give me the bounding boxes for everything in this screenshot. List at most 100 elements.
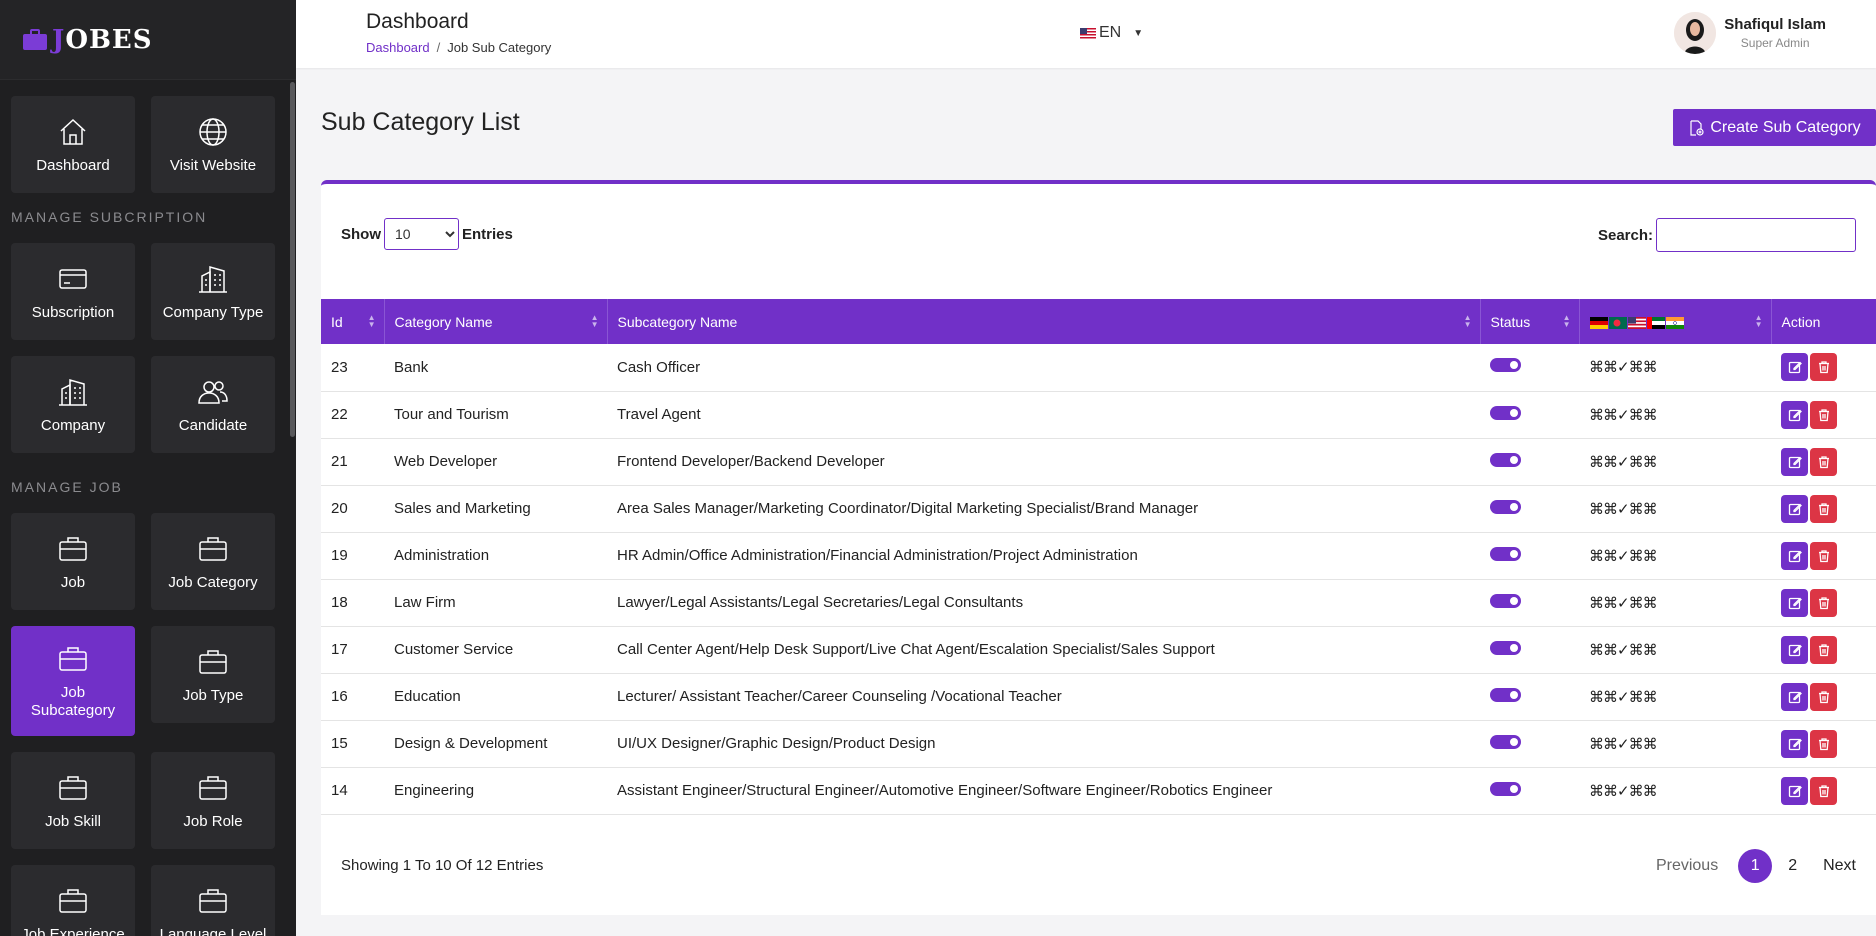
search-input[interactable] bbox=[1656, 218, 1856, 252]
status-toggle[interactable] bbox=[1490, 546, 1521, 561]
edit-button[interactable] bbox=[1781, 400, 1808, 429]
cell-id: 20 bbox=[331, 500, 348, 517]
sidebar-item-job-subcategory[interactable]: Job Subcategory bbox=[11, 626, 135, 736]
delete-button[interactable] bbox=[1810, 588, 1837, 617]
create-sub-category-button[interactable]: Create Sub Category bbox=[1673, 109, 1876, 146]
edit-button[interactable] bbox=[1781, 635, 1808, 664]
users-icon bbox=[198, 380, 228, 404]
status-toggle[interactable] bbox=[1490, 405, 1521, 420]
edit-button[interactable] bbox=[1781, 588, 1808, 617]
col-subcategory-name[interactable]: Subcategory Name ▲ ▼ bbox=[607, 299, 1481, 344]
status-toggle[interactable] bbox=[1490, 593, 1521, 608]
add-document-icon bbox=[1690, 119, 1704, 136]
cell-id: 23 bbox=[331, 358, 348, 376]
translate-status-icons[interactable]: ⌘⌘✓⌘⌘ bbox=[1589, 501, 1658, 518]
trash-icon bbox=[1818, 455, 1829, 468]
user-menu[interactable]: Shafiqul Islam Super Admin bbox=[1674, 12, 1826, 54]
building-icon bbox=[59, 378, 87, 406]
edit-button[interactable] bbox=[1781, 729, 1808, 758]
pagination-next[interactable]: Next bbox=[1823, 857, 1856, 875]
table-row: 20 Sales and Marketing Area Sales Manager/… bbox=[321, 485, 1876, 532]
col-category-name[interactable]: Category Name ▲ ▼ bbox=[384, 299, 608, 344]
scrollbar-thumb[interactable] bbox=[290, 82, 295, 437]
brand-name: JOBES bbox=[52, 24, 153, 55]
translate-status-icons[interactable]: ⌘⌘✓⌘⌘ bbox=[1589, 642, 1658, 659]
user-name: Shafiqul Islam bbox=[1724, 16, 1826, 33]
brand-logo[interactable]: JOBES bbox=[0, 0, 296, 80]
sidebar-item-dashboard[interactable]: Dashboard bbox=[11, 96, 135, 193]
breadcrumb-link-dashboard[interactable]: Dashboard bbox=[366, 40, 430, 55]
sidebar-item-company[interactable]: Company bbox=[11, 356, 135, 453]
table-row: 14 Engineering Assistant Engineer/Structur… bbox=[321, 767, 1876, 814]
pagination-previous[interactable]: Previous bbox=[1656, 857, 1718, 875]
col-status[interactable]: Status ▲ ▼ bbox=[1480, 299, 1580, 344]
page-size-select[interactable]: 10 bbox=[384, 218, 459, 250]
globe-icon bbox=[199, 117, 227, 146]
pagination-page-2[interactable]: 2 bbox=[1788, 857, 1797, 875]
sidebar-scrollbar[interactable] bbox=[288, 80, 296, 936]
translate-status-icons[interactable]: ⌘⌘✓⌘⌘ bbox=[1589, 783, 1658, 800]
language-label: EN bbox=[1099, 24, 1122, 41]
sidebar-item-job-skill[interactable]: Job Skill bbox=[11, 752, 135, 849]
briefcase-icon bbox=[199, 888, 227, 913]
status-toggle[interactable] bbox=[1490, 734, 1521, 749]
cell-category-name: Engineering bbox=[394, 782, 475, 799]
edit-button[interactable] bbox=[1781, 353, 1808, 382]
translate-status-icons[interactable]: ⌘⌘✓⌘⌘ bbox=[1589, 359, 1658, 376]
cell-subcategory-name: Assistant Engineer/Structural Engineer/A… bbox=[617, 782, 1273, 799]
status-toggle[interactable] bbox=[1490, 781, 1521, 796]
status-toggle[interactable] bbox=[1490, 499, 1521, 514]
edit-button[interactable] bbox=[1781, 776, 1808, 805]
edit-button[interactable] bbox=[1781, 447, 1808, 476]
sidebar-item-job-experience[interactable]: Job Experience bbox=[11, 865, 135, 936]
status-toggle[interactable] bbox=[1490, 452, 1521, 467]
delete-button[interactable] bbox=[1810, 353, 1837, 382]
translate-status-icons[interactable]: ⌘⌘✓⌘⌘ bbox=[1589, 548, 1658, 565]
translate-status-icons[interactable]: ⌘⌘✓⌘⌘ bbox=[1589, 689, 1658, 706]
delete-button[interactable] bbox=[1810, 776, 1837, 805]
translate-status-icons[interactable]: ⌘⌘✓⌘⌘ bbox=[1589, 595, 1658, 612]
table-row: 23 Bank Cash Officer ⌘⌘✓⌘⌘ bbox=[321, 344, 1876, 391]
sidebar-item-visit-website[interactable]: Visit Website bbox=[151, 96, 275, 193]
edit-button[interactable] bbox=[1781, 682, 1808, 711]
delete-button[interactable] bbox=[1810, 729, 1837, 758]
building-icon bbox=[199, 265, 227, 293]
cell-action bbox=[1771, 720, 1876, 767]
cell-subcategory-name: UI/UX Designer/Graphic Design/Product De… bbox=[617, 735, 936, 752]
cell-status bbox=[1480, 485, 1579, 532]
sidebar-item-job-category[interactable]: Job Category bbox=[151, 513, 275, 610]
language-dropdown[interactable]: EN ▼ bbox=[1080, 24, 1143, 42]
status-toggle[interactable] bbox=[1490, 687, 1521, 702]
translate-status-icons[interactable]: ⌘⌘✓⌘⌘ bbox=[1589, 407, 1658, 424]
delete-button[interactable] bbox=[1810, 541, 1837, 570]
sidebar-item-company-type[interactable]: Company Type bbox=[151, 243, 275, 340]
cell-id: 22 bbox=[331, 406, 348, 423]
delete-button[interactable] bbox=[1810, 400, 1837, 429]
cell-id: 17 bbox=[331, 641, 348, 658]
status-toggle[interactable] bbox=[1490, 358, 1521, 373]
delete-button[interactable] bbox=[1810, 635, 1837, 664]
translate-status-icons[interactable]: ⌘⌘✓⌘⌘ bbox=[1589, 736, 1658, 753]
bd-flag-icon bbox=[1608, 316, 1627, 329]
col-id[interactable]: Id ▲ ▼ bbox=[321, 299, 385, 344]
sidebar-menu[interactable]: Dashboard Visit Website MANAGE SUBCRIPTI… bbox=[0, 80, 288, 936]
status-toggle[interactable] bbox=[1490, 640, 1521, 655]
pagination-page-1[interactable]: 1 bbox=[1738, 849, 1773, 883]
edit-button[interactable] bbox=[1781, 494, 1808, 523]
delete-button[interactable] bbox=[1810, 682, 1837, 711]
sidebar-item-job[interactable]: Job bbox=[11, 513, 135, 610]
sidebar-item-job-type[interactable]: Job Type bbox=[151, 626, 275, 723]
delete-button[interactable] bbox=[1810, 447, 1837, 476]
delete-button[interactable] bbox=[1810, 494, 1837, 523]
translate-status-icons[interactable]: ⌘⌘✓⌘⌘ bbox=[1589, 454, 1658, 471]
col-translations[interactable]: ▲ ▼ bbox=[1579, 299, 1772, 344]
sidebar-item-language-level[interactable]: Language Level bbox=[151, 865, 275, 936]
edit-button[interactable] bbox=[1781, 541, 1808, 570]
content-title: Sub Category List bbox=[321, 108, 520, 136]
sidebar-item-job-role[interactable]: Job Role bbox=[151, 752, 275, 849]
cell-action bbox=[1771, 626, 1876, 673]
search-control: Search: bbox=[1598, 218, 1856, 252]
edit-icon bbox=[1788, 644, 1802, 656]
sidebar-item-candidate[interactable]: Candidate bbox=[151, 356, 275, 453]
sidebar-item-subscription[interactable]: Subscription bbox=[11, 243, 135, 340]
